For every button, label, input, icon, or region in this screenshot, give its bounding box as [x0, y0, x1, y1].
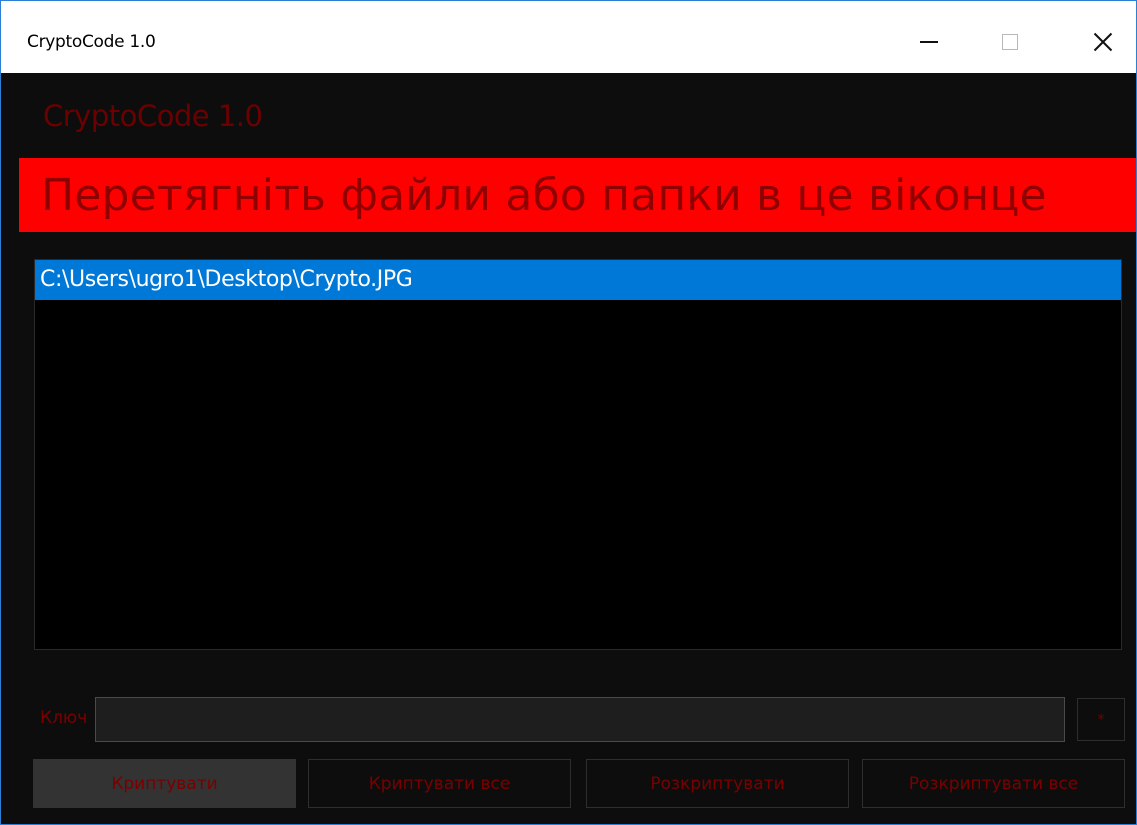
minimize-icon: [920, 41, 938, 43]
app-window: CryptoCode 1.0 CryptoCode 1.0 Перетягніт…: [0, 0, 1137, 825]
maximize-button[interactable]: [980, 17, 1040, 67]
key-label: Ключ: [40, 708, 88, 728]
decrypt-button[interactable]: Розкриптувати: [586, 759, 849, 808]
encrypt-all-button[interactable]: Криптувати все: [308, 759, 571, 808]
file-list-item[interactable]: C:\Users\ugro1\Desktop\Crypto.JPG: [35, 260, 1121, 300]
window-title: CryptoCode 1.0: [27, 32, 156, 52]
decrypt-all-button[interactable]: Розкриптувати все: [862, 759, 1125, 808]
maximize-icon: [1002, 34, 1018, 50]
file-list[interactable]: C:\Users\ugro1\Desktop\Crypto.JPG: [34, 259, 1122, 650]
drop-zone[interactable]: Перетягніть файли або папки в це віконце: [19, 158, 1136, 232]
close-icon: [1093, 32, 1113, 52]
show-key-button[interactable]: *: [1077, 698, 1125, 741]
app-heading: CryptoCode 1.0: [43, 99, 263, 133]
close-button[interactable]: [1073, 17, 1133, 67]
title-bar[interactable]: CryptoCode 1.0: [1, 1, 1136, 73]
minimize-button[interactable]: [899, 17, 959, 67]
encrypt-button[interactable]: Криптувати: [33, 759, 296, 808]
key-input[interactable]: [95, 697, 1065, 742]
drop-zone-text: Перетягніть файли або папки в це віконце: [41, 170, 1047, 221]
